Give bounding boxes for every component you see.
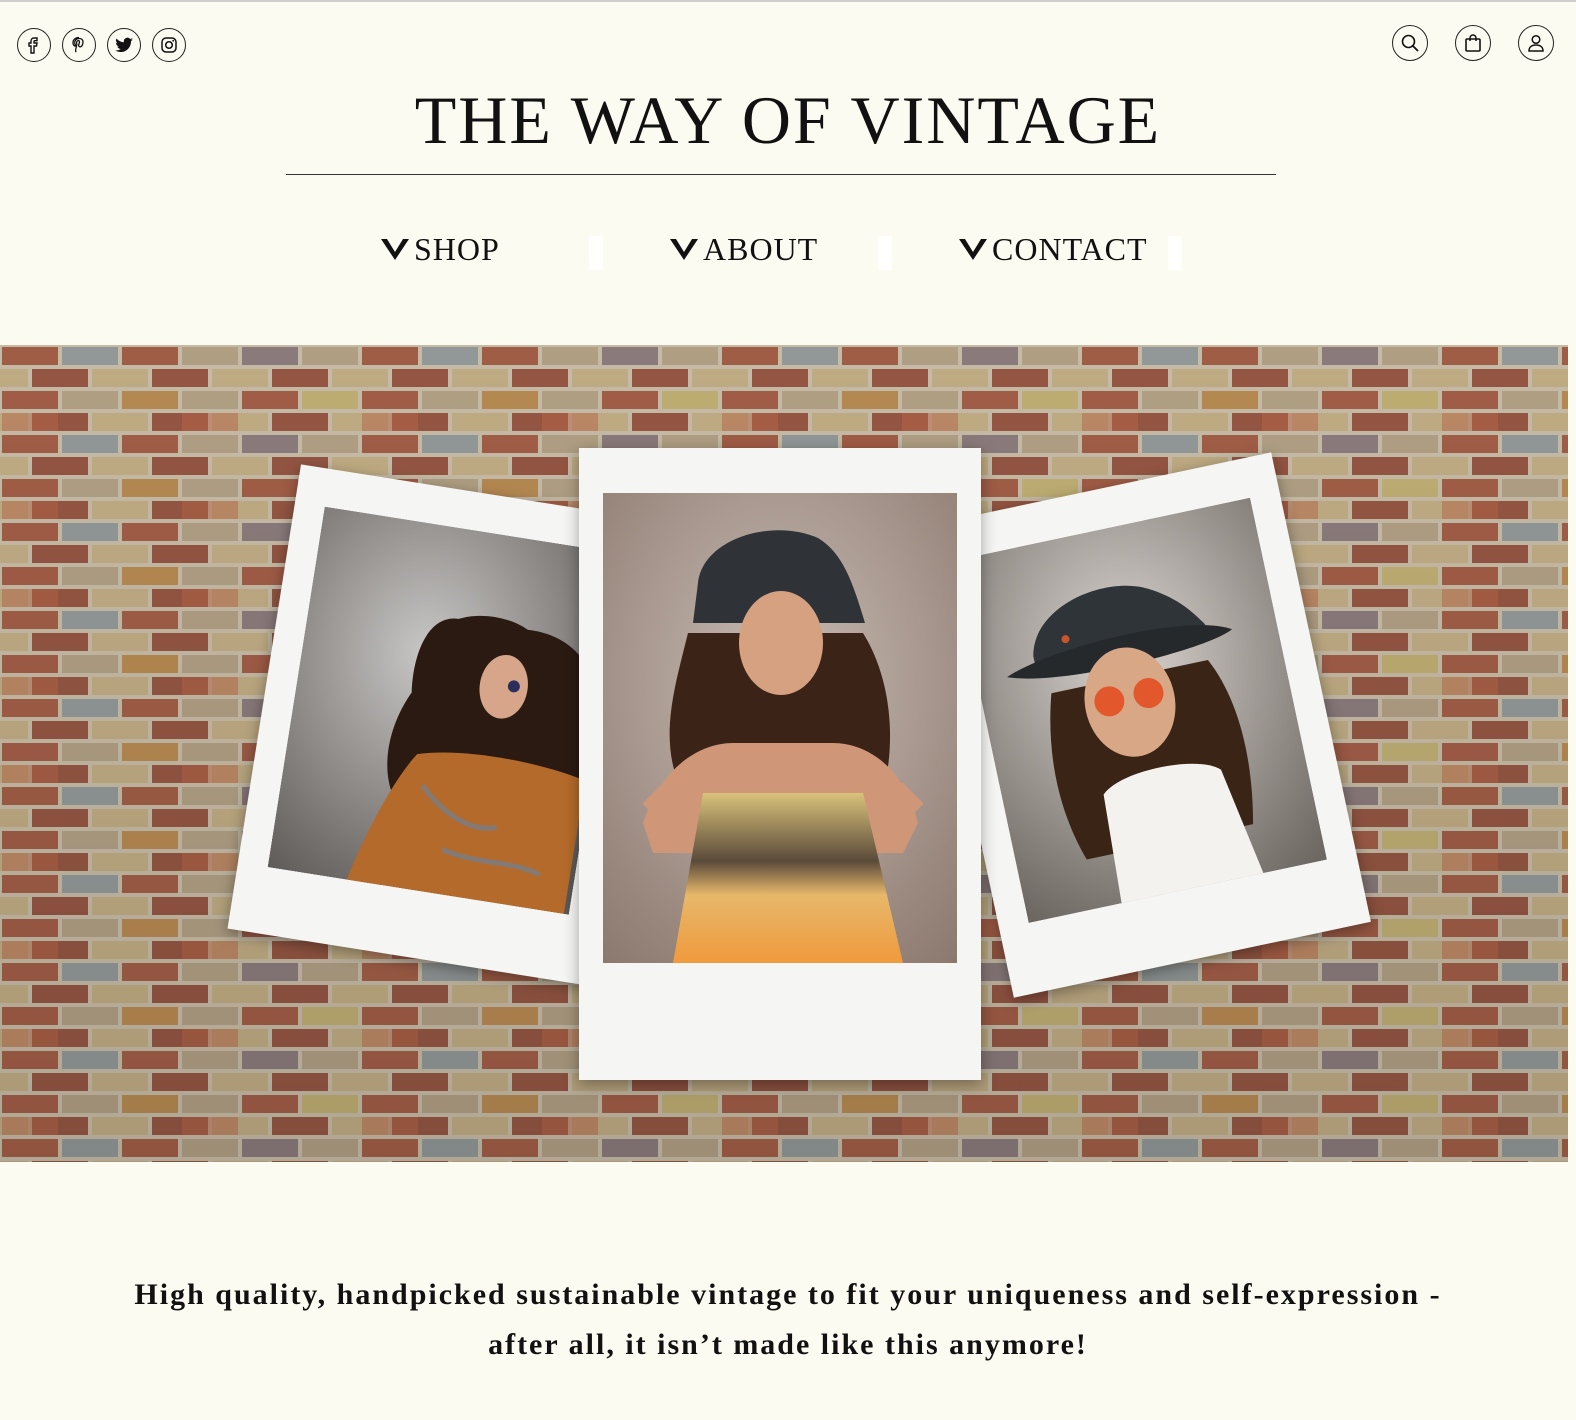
nav-label-contact: CONTACT bbox=[992, 230, 1148, 267]
nav-divider bbox=[589, 236, 603, 270]
main-nav: SHOP ABOUT CONTACT bbox=[0, 226, 1576, 276]
social-links bbox=[17, 28, 186, 62]
pinterest-icon[interactable] bbox=[62, 28, 96, 62]
nav-label-about: ABOUT bbox=[703, 230, 819, 267]
twitter-icon[interactable] bbox=[107, 28, 141, 62]
tagline-line-1: High quality, handpicked sustainable vin… bbox=[134, 1278, 1442, 1311]
nav-label-shop: SHOP bbox=[414, 230, 500, 267]
bucket-hat-photo bbox=[951, 497, 1328, 923]
nav-divider bbox=[1168, 236, 1182, 270]
paisley-dress-photo bbox=[267, 506, 626, 915]
tagline: High quality, handpicked sustainable vin… bbox=[0, 1270, 1576, 1370]
user-account-icon[interactable] bbox=[1518, 25, 1554, 61]
utility-nav bbox=[1392, 25, 1554, 61]
chevron-down-icon bbox=[381, 239, 409, 260]
polaroid-photo-center bbox=[579, 448, 981, 1080]
facebook-icon[interactable] bbox=[17, 28, 51, 62]
chevron-down-icon bbox=[670, 239, 698, 260]
tagline-line-2: after all, it isn’t made like this anymo… bbox=[488, 1328, 1088, 1361]
nav-item-about[interactable]: ABOUT bbox=[669, 226, 818, 272]
site-title[interactable]: THE WAY OF VINTAGE bbox=[0, 80, 1576, 160]
title-divider bbox=[286, 174, 1276, 175]
top-border bbox=[0, 0, 1576, 2]
hero-banner bbox=[0, 345, 1568, 1162]
shopping-bag-icon[interactable] bbox=[1455, 25, 1491, 61]
search-icon[interactable] bbox=[1392, 25, 1428, 61]
tie-dye-dress-photo bbox=[603, 493, 957, 963]
instagram-icon[interactable] bbox=[152, 28, 186, 62]
nav-item-shop[interactable]: SHOP bbox=[380, 226, 500, 272]
chevron-down-icon bbox=[959, 239, 987, 260]
nav-divider bbox=[878, 236, 892, 270]
nav-item-contact[interactable]: CONTACT bbox=[958, 226, 1148, 272]
